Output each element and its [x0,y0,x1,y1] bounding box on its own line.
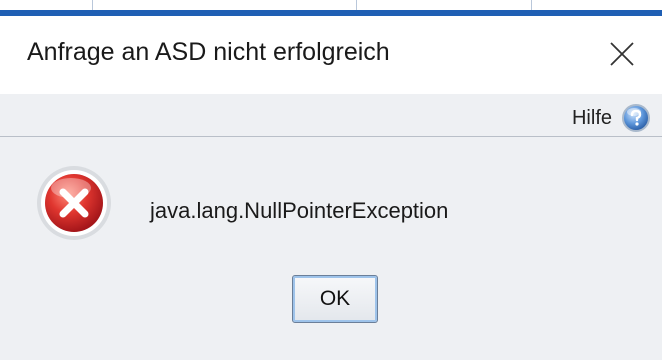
background-window-strip [0,0,662,16]
error-icon [37,166,111,240]
strip-separator [92,0,93,10]
dialog-content: Hilfe java.lang.NullPointerException OK [0,94,662,360]
close-icon [610,42,634,66]
help-bar: Hilfe [0,94,662,137]
strip-separator [356,0,357,10]
dialog-titlebar[interactable]: Anfrage an ASD nicht erfolgreich [0,16,662,94]
close-button[interactable] [598,32,646,76]
strip-separator [531,0,532,10]
error-dialog: Anfrage an ASD nicht erfolgreich Hilfe j… [0,0,662,360]
help-icon[interactable] [621,103,651,133]
dialog-title: Anfrage an ASD nicht erfolgreich [27,38,390,66]
help-link[interactable]: Hilfe [572,107,612,130]
ok-button[interactable]: OK [292,275,378,323]
error-message: java.lang.NullPointerException [150,198,449,223]
